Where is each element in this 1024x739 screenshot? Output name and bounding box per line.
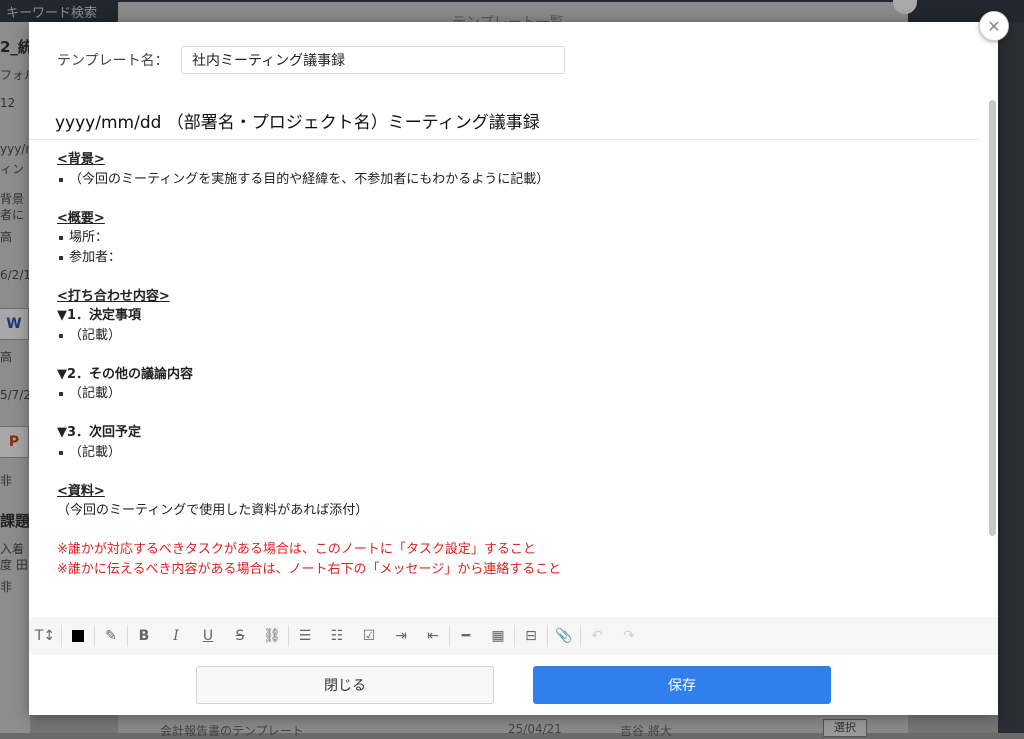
document-title[interactable]: yyyy/mm/dd （部署名・プロジェクト名）ミーティング議事録 [55,108,540,133]
table-icon[interactable]: ▦ [482,617,514,655]
numbered-list-icon[interactable]: ☷ [321,617,353,655]
list-item: （記載） [57,443,957,463]
bg-item: 入着 [0,542,25,556]
collapse-icon[interactable]: ⊟ [515,617,547,655]
section-heading-meeting: <打ち合わせ内容> [57,288,170,304]
section-heading-materials: <資料> [57,483,105,499]
bg-item: 12 [0,96,16,110]
list-item: （記載） [57,326,957,346]
background-left-list: 2_統 フォル 12 yyy/m ィン 背景 者に 高 6/2/1 W 高 5/… [0,22,45,733]
bg-item: 高 [0,230,13,244]
template-row-user: 吉谷 將大 [620,724,672,738]
bg-item: 非 [0,474,13,488]
template-name-row: テンプレート名： [57,46,565,74]
editor-scrollbar[interactable] [989,100,996,536]
subheading-next-schedule: ▼3．次回予定 [57,425,142,440]
bg-item: 度 田 [0,558,28,572]
bg-item: ィン [0,162,25,176]
template-row-date: 25/04/21 [508,722,562,736]
background-right-panel [998,22,1024,733]
modal-close-icon[interactable]: ✕ [979,11,1009,41]
template-name-label: テンプレート名： [57,53,169,69]
bg-item: 6/2/1 [0,268,31,282]
outdent-icon[interactable]: ⇤ [417,617,449,655]
template-edit-modal: テンプレート名： yyyy/mm/dd （部署名・プロジェクト名）ミーティング議… [29,22,998,715]
bold-icon[interactable]: B [128,617,160,655]
font-color-icon[interactable] [62,617,94,655]
bg-item: 者に [0,208,25,222]
bg-item: 非 [0,580,13,594]
template-row-select-button: 選択 [823,719,867,737]
materials-text: （今回のミーティングで使用した資料があれば添付） [57,503,369,518]
color-swatch [72,630,84,642]
section-heading-background: <背景> [57,152,105,167]
list-item: 場所： [57,228,957,248]
subheading-other-discussion: ▼2．その他の議論内容 [57,366,194,382]
text-size-icon[interactable]: T↕ [29,617,61,655]
horizontal-rule-icon[interactable]: ━ [450,617,482,655]
note-editor[interactable]: yyyy/mm/dd （部署名・プロジェクト名）ミーティング議事録 <背景> （… [29,96,998,617]
section-heading-overview: <概要> [57,210,105,226]
template-row-title: 会計報告書のテンプレート [160,724,304,738]
note-message: ※誰かに伝えるべき内容がある場合は、ノート右下の「メッセージ」から連絡すること [57,561,562,577]
bg-item: 高 [0,350,13,364]
subheading-decisions: ▼1．決定事項 [57,308,142,323]
list-item: 参加者： [57,248,957,268]
checklist-icon[interactable]: ☑ [353,617,385,655]
powerpoint-file-icon: P [0,426,29,458]
editor-body[interactable]: <背景> （今回のミーティングを実施する目的や経緯を、不参加者にもわかるように記… [57,150,957,579]
italic-icon[interactable]: I [160,617,192,655]
bg-item: 背景 [0,192,25,206]
save-button[interactable]: 保存 [533,666,831,704]
highlight-icon[interactable]: ✎ [95,617,127,655]
bg-item: 2_統 [0,38,33,56]
template-name-input[interactable] [181,46,565,74]
close-button[interactable]: 閉じる [196,666,494,704]
strikethrough-icon[interactable]: S [224,617,256,655]
bullet-list-icon[interactable]: ☰ [289,617,321,655]
indent-icon[interactable]: ⇥ [385,617,417,655]
search-box-text: キーワード検索 [6,6,98,21]
underline-icon[interactable]: U [192,617,224,655]
bg-item: 5/7/2 [0,388,31,402]
word-file-icon: W [0,308,29,340]
redo-icon[interactable]: ↷ [613,617,645,655]
undo-icon[interactable]: ↶ [581,617,613,655]
editor-toolbar: T↕ ✎ B I U S ⛓ ☰ ☷ ☑ ⇥ ⇤ ━ ▦ ⊟ 📎 ↶ ↷ [29,617,998,655]
title-divider [29,139,979,140]
note-task-setting: ※誰かが対応するべきタスクがある場合は、このノートに「タスク設定」すること [57,542,536,557]
list-item: （今回のミーティングを実施する目的や経緯を、不参加者にもわかるように記載） [57,170,957,190]
list-item: （記載） [57,384,957,404]
link-icon[interactable]: ⛓ [256,617,288,655]
attach-icon[interactable]: 📎 [548,617,580,655]
